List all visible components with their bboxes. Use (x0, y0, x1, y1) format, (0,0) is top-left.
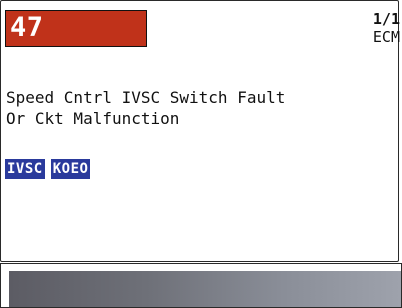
dtc-tags: IVSC KOEO (5, 159, 96, 180)
description-line-2: Or Ckt Malfunction (6, 109, 180, 128)
dtc-code: 47 (10, 12, 44, 43)
dtc-screen: 47 1/1 ECM Speed Cntrl IVSC Switch Fault… (0, 0, 402, 308)
dtc-description: Speed Cntrl IVSC Switch Fault Or Ckt Mal… (6, 87, 396, 129)
tag-ivsc: IVSC (5, 159, 45, 179)
softkey-bar-fill (9, 271, 401, 307)
dtc-code-badge: 47 (5, 10, 147, 47)
tag-koeo: KOEO (50, 159, 91, 179)
module-label: ECM (372, 28, 400, 46)
softkey-bar (0, 263, 402, 308)
dtc-detail-panel: 47 1/1 ECM Speed Cntrl IVSC Switch Fault… (0, 0, 400, 262)
description-line-1: Speed Cntrl IVSC Switch Fault (6, 88, 286, 107)
code-count: 1/1 (372, 10, 400, 28)
